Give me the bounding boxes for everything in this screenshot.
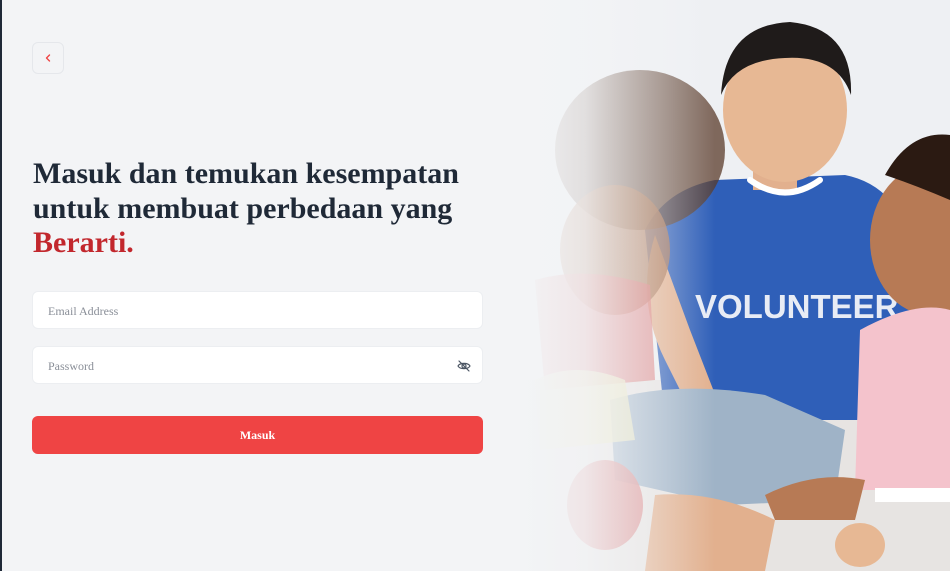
headline-accent: Berarti. — [33, 226, 134, 259]
headline-line-2: untuk membuat perbedaan yang — [33, 191, 453, 225]
email-input[interactable] — [46, 292, 450, 330]
page-headline: Masuk dan temukan kesempatan untuk membu… — [33, 157, 503, 261]
back-button[interactable] — [32, 42, 64, 74]
password-field — [32, 346, 483, 385]
window-edge — [0, 0, 2, 571]
login-button[interactable]: Masuk — [32, 416, 483, 454]
hero-image: VOLUNTEER — [515, 0, 950, 571]
shirt-text: VOLUNTEER — [695, 288, 899, 325]
chevron-left-icon — [45, 54, 51, 62]
password-input[interactable] — [46, 347, 450, 385]
toggle-password-visibility[interactable] — [456, 358, 472, 374]
headline-line-1: Masuk dan temukan kesempatan — [33, 157, 459, 190]
email-field — [32, 291, 483, 330]
volunteer-photo: VOLUNTEER — [515, 0, 950, 571]
eye-off-icon — [457, 360, 471, 372]
